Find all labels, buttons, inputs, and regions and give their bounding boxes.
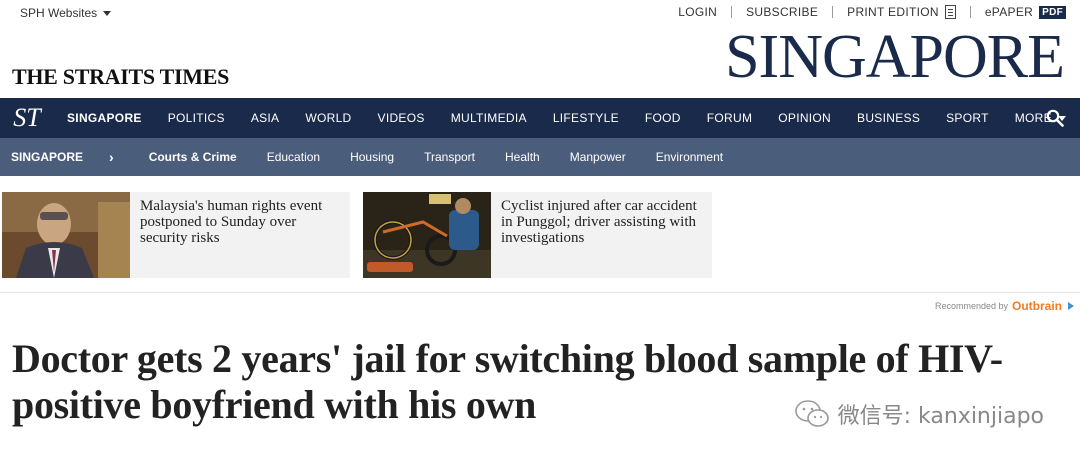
- article-thumbnail: [2, 192, 130, 278]
- nav-item-politics[interactable]: POLITICS: [155, 98, 238, 138]
- related-article-title: Malaysia's human rights event postponed …: [140, 198, 323, 246]
- st-logo-icon[interactable]: ST: [0, 98, 54, 138]
- subnav-item-education[interactable]: Education: [252, 138, 335, 176]
- outbrain-recommendation[interactable]: Recommended by Outbrain: [935, 299, 1074, 313]
- nav-item-sport[interactable]: SPORT: [933, 98, 1002, 138]
- document-icon: [944, 5, 956, 19]
- sub-nav: SINGAPORE › Courts & Crime Education Hou…: [0, 138, 1080, 176]
- divider: [832, 6, 834, 18]
- subnav-item-transport[interactable]: Transport: [409, 138, 490, 176]
- nav-item-business[interactable]: BUSINESS: [844, 98, 933, 138]
- print-edition-link[interactable]: PRINT EDITION: [847, 5, 956, 19]
- search-icon[interactable]: [1046, 109, 1064, 127]
- epaper-link[interactable]: ePAPER PDF: [985, 5, 1066, 19]
- nav-item-world[interactable]: WORLD: [292, 98, 364, 138]
- chevron-down-icon: [103, 10, 112, 16]
- related-article-card[interactable]: Malaysia's human rights event postponed …: [2, 192, 350, 278]
- section-title: SINGAPORE: [725, 23, 1065, 91]
- pdf-badge: PDF: [1039, 5, 1066, 19]
- subscribe-link[interactable]: SUBSCRIBE: [746, 5, 818, 19]
- subnav-item-housing[interactable]: Housing: [335, 138, 409, 176]
- nav-item-asia[interactable]: ASIA: [238, 98, 293, 138]
- watermark-text: 微信号: kanxinjiapo: [837, 404, 1044, 429]
- related-article-card[interactable]: Cyclist injured after car accident in Pu…: [363, 192, 712, 278]
- recommended-by-label: Recommended by: [934, 301, 1008, 311]
- article-thumbnail: [363, 192, 491, 278]
- divider: [0, 292, 1080, 293]
- play-icon: [1068, 302, 1074, 310]
- chevron-right-icon: ›: [109, 149, 114, 165]
- subnav-item-health[interactable]: Health: [490, 138, 555, 176]
- utility-links: LOGIN SUBSCRIBE PRINT EDITION ePAPER PDF: [678, 5, 1066, 19]
- nav-item-lifestyle[interactable]: LIFESTYLE: [540, 98, 632, 138]
- nav-item-forum[interactable]: FORUM: [694, 98, 766, 138]
- outbrain-logo: Outbrain: [1012, 299, 1062, 313]
- epaper-label: ePAPER: [984, 5, 1034, 19]
- sph-websites-dropdown[interactable]: SPH Websites: [20, 6, 112, 20]
- breadcrumb[interactable]: SINGAPORE: [11, 150, 83, 164]
- divider: [969, 6, 971, 18]
- subnav-item-manpower[interactable]: Manpower: [555, 138, 641, 176]
- site-logo[interactable]: THE STRAITS TIMES: [12, 64, 229, 90]
- login-link[interactable]: LOGIN: [678, 5, 717, 19]
- main-nav: ST SINGAPORE POLITICS ASIA WORLD VIDEOS …: [0, 98, 1080, 138]
- subnav-item-courts-crime[interactable]: Courts & Crime: [134, 138, 252, 176]
- subnav-item-environment[interactable]: Environment: [641, 138, 738, 176]
- nav-item-more[interactable]: MORE: [1002, 98, 1079, 138]
- nav-item-singapore[interactable]: SINGAPORE: [54, 98, 155, 138]
- sph-websites-label: SPH Websites: [20, 6, 98, 20]
- print-edition-label: PRINT EDITION: [847, 5, 939, 19]
- nav-item-food[interactable]: FOOD: [632, 98, 694, 138]
- nav-item-videos[interactable]: VIDEOS: [365, 98, 438, 138]
- nav-item-opinion[interactable]: OPINION: [765, 98, 844, 138]
- wechat-icon: [794, 400, 829, 427]
- related-article-title: Cyclist injured after car accident in Pu…: [501, 198, 697, 246]
- divider: [731, 6, 733, 18]
- nav-item-multimedia[interactable]: MULTIMEDIA: [438, 98, 540, 138]
- wechat-watermark: 微信号: kanxinjiapo: [794, 398, 1044, 430]
